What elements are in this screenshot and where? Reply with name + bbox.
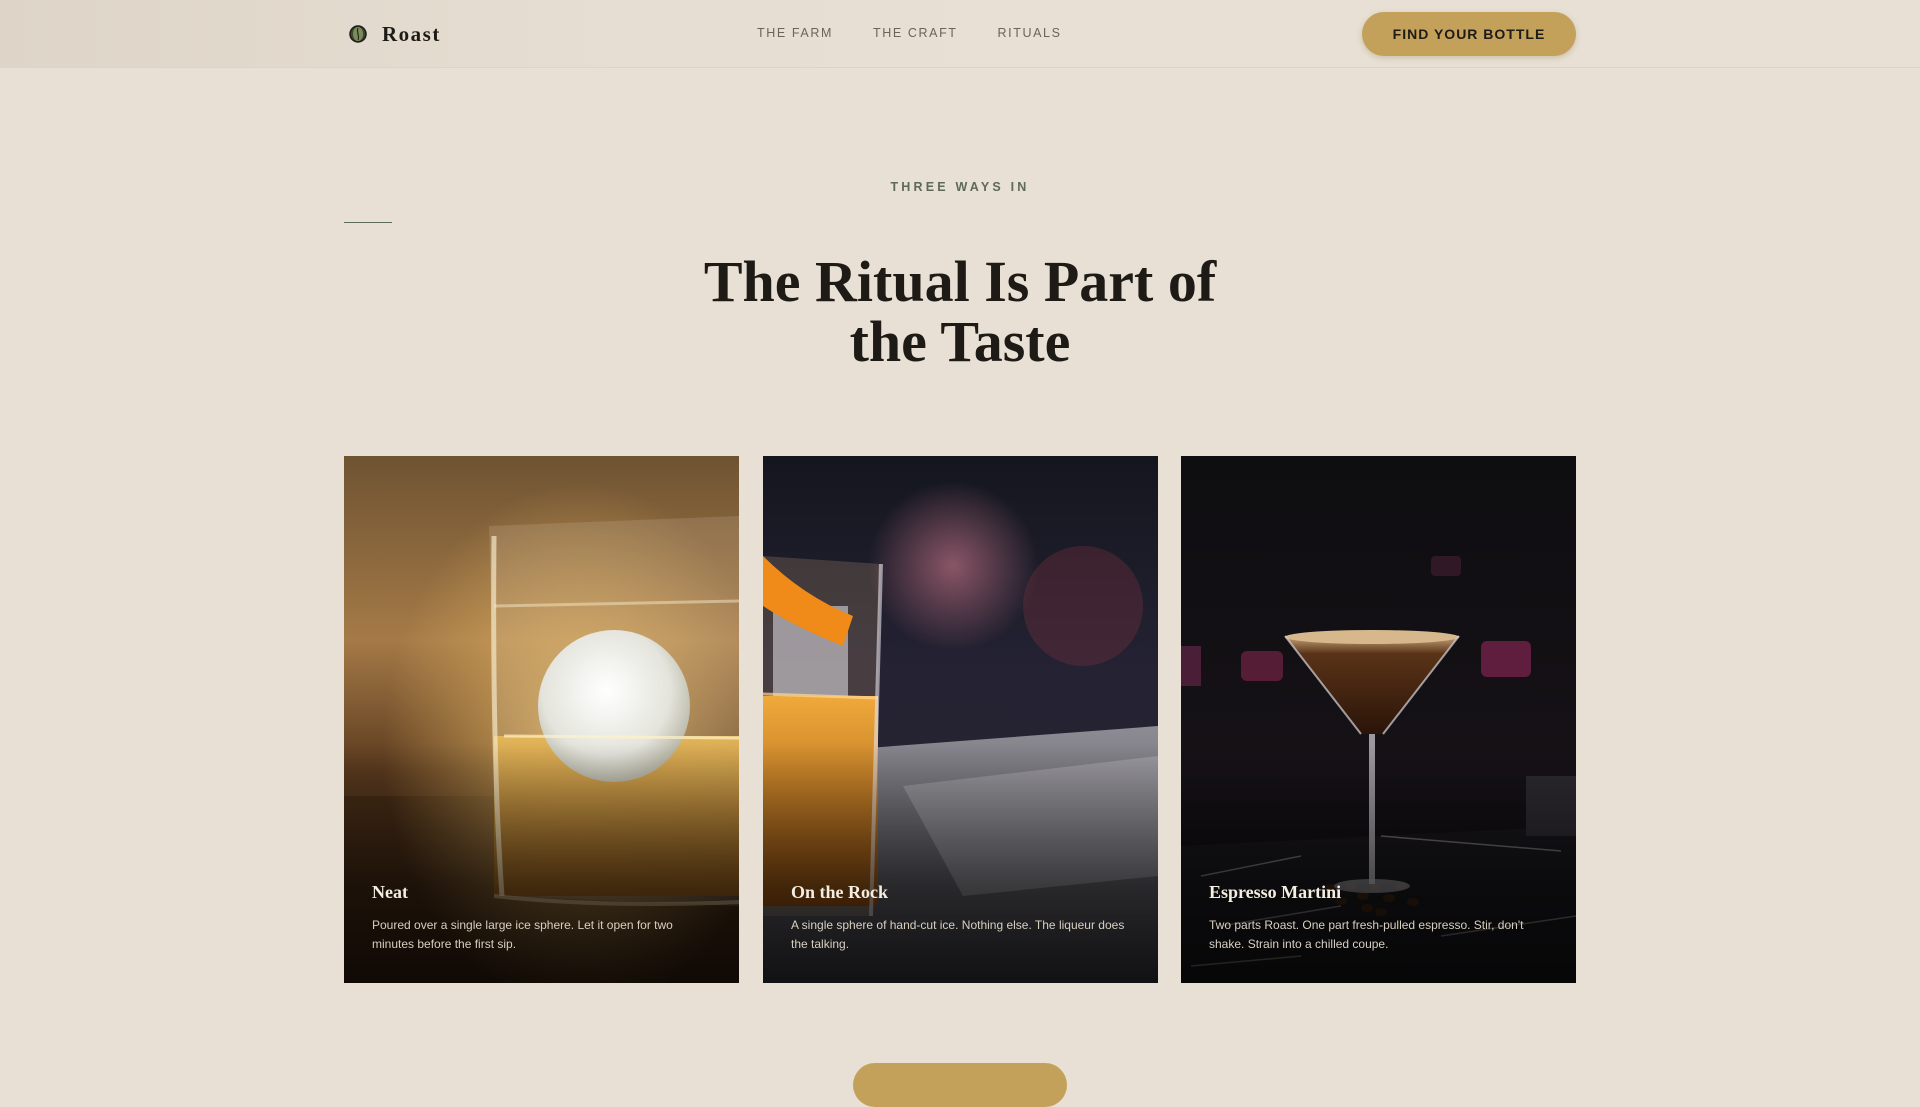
- coffee-bean-icon: [349, 25, 367, 43]
- section-eyebrow: THREE WAYS IN: [890, 180, 1030, 194]
- ritual-card-neat[interactable]: Neat Poured over a single large ice sphe…: [344, 456, 739, 983]
- card-title: Neat: [372, 882, 408, 902]
- brand-logo[interactable]: Roast: [348, 20, 441, 48]
- section-title: The Ritual Is Part of the Taste: [560, 252, 1360, 372]
- ritual-card-on-the-rock[interactable]: On the Rock A single sphere of hand-cut …: [763, 456, 1158, 983]
- section-cta-button[interactable]: [853, 1063, 1067, 1107]
- nav-links: THE FARM THE CRAFT RITUALS: [757, 26, 1062, 40]
- card-title: Espresso Martini: [1209, 882, 1342, 902]
- section-divider: [344, 222, 392, 223]
- ritual-card-espresso-martini[interactable]: Espresso Martini Two parts Roast. One pa…: [1181, 456, 1576, 983]
- card-title: On the Rock: [791, 882, 889, 902]
- card-description: Poured over a single large ice sphere. L…: [372, 918, 673, 951]
- card-description: Two parts Roast. One part fresh-pulled e…: [1209, 918, 1524, 951]
- brand-name: Roast: [382, 21, 441, 46]
- nav-link-rituals[interactable]: RITUALS: [998, 26, 1062, 40]
- section-title-line-2: the Taste: [849, 309, 1071, 374]
- nav-link-the-farm[interactable]: THE FARM: [757, 26, 833, 40]
- find-your-bottle-button[interactable]: FIND YOUR BOTTLE: [1362, 12, 1576, 56]
- section-title-line-1: The Ritual Is Part of: [703, 249, 1217, 314]
- card-description: A single sphere of hand-cut ice. Nothing…: [791, 918, 1125, 951]
- top-nav: Roast THE FARM THE CRAFT RITUALS FIND YO…: [0, 0, 1920, 68]
- nav-link-the-craft[interactable]: THE CRAFT: [873, 26, 958, 40]
